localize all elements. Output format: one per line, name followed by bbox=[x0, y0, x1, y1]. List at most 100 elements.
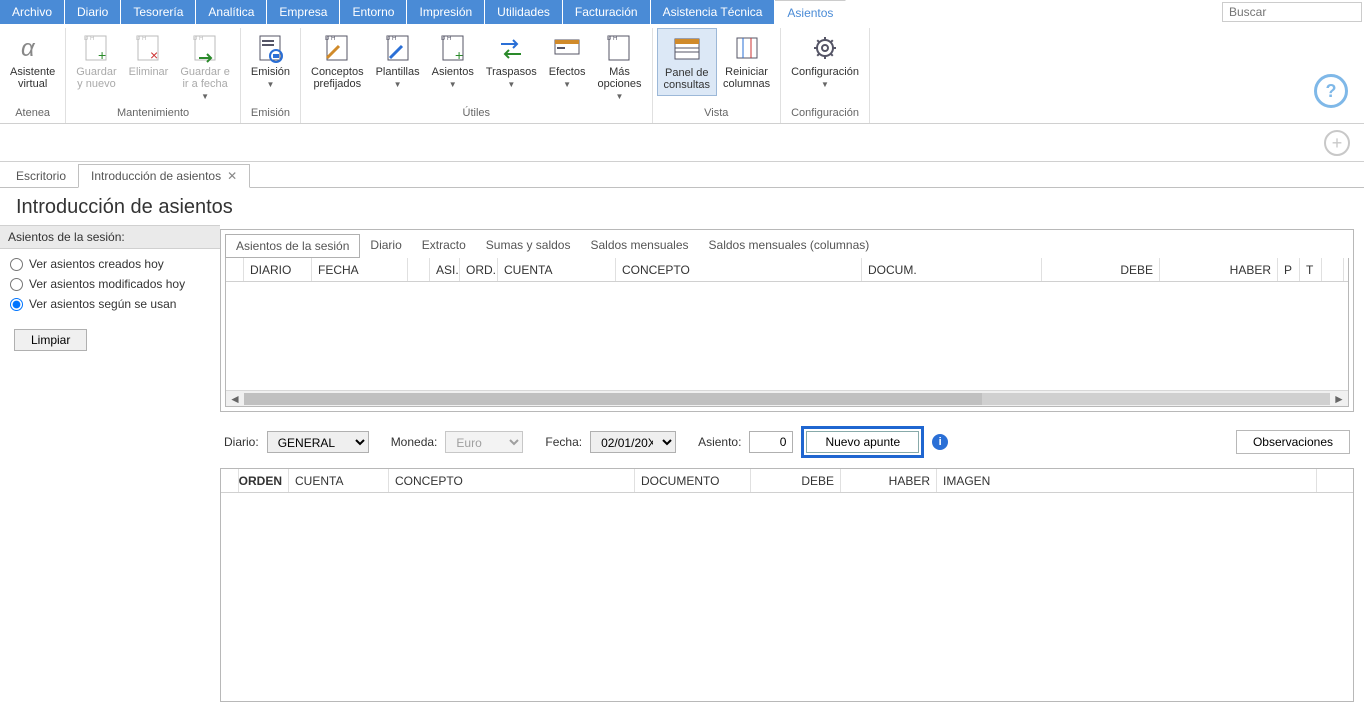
chevron-down-icon: ▼ bbox=[394, 80, 402, 89]
nuevo-apunte-button[interactable]: Nuevo apunte bbox=[806, 431, 919, 453]
moneda-select[interactable]: Euro bbox=[445, 431, 523, 453]
session-radio-1[interactable]: Ver asientos modificados hoy bbox=[10, 277, 210, 291]
session-col-blank[interactable] bbox=[1322, 258, 1344, 281]
ribbon-button-label: Guardary nuevo bbox=[76, 66, 116, 90]
horizontal-scrollbar[interactable]: ◄ ► bbox=[226, 390, 1348, 406]
ribbon-guardareirafecha-button: D HGuardar eir a fecha▼ bbox=[174, 28, 236, 105]
more-icon: D H bbox=[603, 32, 635, 64]
scroll-thumb[interactable] bbox=[244, 393, 1330, 405]
effects-icon bbox=[551, 32, 583, 64]
sub-tab-extracto[interactable]: Extracto bbox=[412, 234, 476, 258]
session-col-concepto[interactable]: CONCEPTO bbox=[616, 258, 862, 281]
entry-col-debe[interactable]: DEBE bbox=[751, 469, 841, 492]
workspace-tab-introduccindeasientos[interactable]: Introducción de asientos✕ bbox=[78, 164, 250, 188]
session-table-body bbox=[226, 282, 1348, 390]
session-header: Asientos de la sesión: bbox=[0, 225, 220, 249]
ribbon-asientos-button[interactable]: D H+Asientos▼ bbox=[426, 28, 480, 93]
session-radio-input-0[interactable] bbox=[10, 258, 23, 271]
sub-tab-sumasysaldos[interactable]: Sumas y saldos bbox=[476, 234, 581, 258]
menu-archivo[interactable]: Archivo bbox=[0, 0, 65, 24]
chevron-down-icon: ▼ bbox=[449, 80, 457, 89]
ribbon-plantillas-button[interactable]: D HPlantillas▼ bbox=[370, 28, 426, 93]
doc-arrow-icon: D H bbox=[189, 32, 221, 64]
asiento-input[interactable] bbox=[749, 431, 793, 453]
menu-diario[interactable]: Diario bbox=[65, 0, 121, 24]
sub-tab-asientosdelasesin[interactable]: Asientos de la sesión bbox=[225, 234, 360, 258]
nuevo-apunte-highlight: Nuevo apunte bbox=[801, 426, 924, 458]
workspace-tabs: EscritorioIntroducción de asientos✕ bbox=[0, 162, 1364, 188]
scroll-left-icon[interactable]: ◄ bbox=[228, 392, 242, 406]
entry-col-concepto[interactable]: CONCEPTO bbox=[389, 469, 635, 492]
entry-col-haber[interactable]: HABER bbox=[841, 469, 937, 492]
main-panel: Asientos de la sesiónDiarioExtractoSumas… bbox=[220, 225, 1364, 702]
ribbon-button-label: Configuración bbox=[791, 66, 859, 78]
fecha-label: Fecha: bbox=[545, 435, 582, 449]
ribbon-button-label: Emisión bbox=[251, 66, 290, 78]
session-col-docum[interactable]: DOCUM. bbox=[862, 258, 1042, 281]
chevron-down-icon: ▼ bbox=[201, 92, 209, 101]
info-icon[interactable]: i bbox=[932, 434, 948, 450]
ribbon-msopciones-button[interactable]: D HMásopciones▼ bbox=[591, 28, 647, 105]
entry-table-body bbox=[221, 493, 1353, 701]
sub-tab-diario[interactable]: Diario bbox=[360, 234, 411, 258]
entry-col-blank[interactable] bbox=[221, 469, 239, 492]
entry-col-cuenta[interactable]: CUENTA bbox=[289, 469, 389, 492]
menu-tesorera[interactable]: Tesorería bbox=[121, 0, 196, 24]
fecha-select[interactable]: 02/01/20XX bbox=[590, 431, 676, 453]
entry-col-orden[interactable]: ORDEN bbox=[239, 469, 289, 492]
ribbon-emisin-button[interactable]: Emisión▼ bbox=[245, 28, 296, 93]
session-radio-input-2[interactable] bbox=[10, 298, 23, 311]
svg-text:D H: D H bbox=[84, 36, 94, 42]
entry-col-imagen[interactable]: IMAGEN bbox=[937, 469, 1317, 492]
entry-col-documento[interactable]: DOCUMENTO bbox=[635, 469, 751, 492]
session-col-ord[interactable]: ORD. bbox=[460, 258, 498, 281]
ribbon-traspasos-button[interactable]: Traspasos▼ bbox=[480, 28, 543, 93]
session-col-fecha[interactable]: FECHA bbox=[312, 258, 408, 281]
menu-analtica[interactable]: Analítica bbox=[196, 0, 267, 24]
svg-text:D H: D H bbox=[193, 36, 203, 42]
sub-tab-saldosmensuales[interactable]: Saldos mensuales bbox=[580, 234, 698, 258]
ribbon-button-label: Panel deconsultas bbox=[664, 67, 710, 91]
ribbon-reiniciarcolumnas-button[interactable]: Reiniciarcolumnas bbox=[717, 28, 776, 94]
sub-tab-saldosmensualescolumnas[interactable]: Saldos mensuales (columnas) bbox=[699, 234, 880, 258]
help-icon[interactable]: ? bbox=[1314, 74, 1348, 108]
asiento-label: Asiento: bbox=[698, 435, 741, 449]
close-icon[interactable]: ✕ bbox=[227, 169, 237, 183]
menu-utilidades[interactable]: Utilidades bbox=[485, 0, 563, 24]
menu-empresa[interactable]: Empresa bbox=[267, 0, 340, 24]
session-col-asi[interactable]: ASI. bbox=[430, 258, 460, 281]
ribbon-asistentevirtual-button[interactable]: αAsistentevirtual bbox=[4, 28, 61, 94]
menu-entorno[interactable]: Entorno bbox=[340, 0, 407, 24]
transfers-icon bbox=[495, 32, 527, 64]
add-icon[interactable]: + bbox=[1324, 130, 1350, 156]
menu-facturacin[interactable]: Facturación bbox=[563, 0, 651, 24]
scroll-right-icon[interactable]: ► bbox=[1332, 392, 1346, 406]
session-radio-input-1[interactable] bbox=[10, 278, 23, 291]
ribbon-conceptosprefijados-button[interactable]: D HConceptosprefijados bbox=[305, 28, 370, 94]
menu-asientos[interactable]: Asientos bbox=[775, 0, 846, 24]
observaciones-button[interactable]: Observaciones bbox=[1236, 430, 1350, 454]
session-col-blank[interactable] bbox=[226, 258, 244, 281]
ribbon-efectos-button[interactable]: Efectos▼ bbox=[543, 28, 592, 93]
session-col-t[interactable]: T bbox=[1300, 258, 1322, 281]
ribbon-group-emisin: Emisión▼Emisión bbox=[241, 28, 301, 123]
session-radio-2[interactable]: Ver asientos según se usan bbox=[10, 297, 210, 311]
session-col-blank[interactable] bbox=[408, 258, 430, 281]
ribbon-paneldeconsultas-button[interactable]: Panel deconsultas bbox=[657, 28, 717, 96]
search-input[interactable] bbox=[1222, 2, 1362, 22]
session-col-p[interactable]: P bbox=[1278, 258, 1300, 281]
session-col-debe[interactable]: DEBE bbox=[1042, 258, 1160, 281]
clear-button[interactable]: Limpiar bbox=[14, 329, 87, 351]
svg-text:D H: D H bbox=[386, 36, 396, 42]
workspace-tab-escritorio[interactable]: Escritorio bbox=[4, 165, 78, 187]
session-col-cuenta[interactable]: CUENTA bbox=[498, 258, 616, 281]
session-radio-0[interactable]: Ver asientos creados hoy bbox=[10, 257, 210, 271]
ribbon-group-label: Vista bbox=[657, 105, 777, 123]
ribbon-configuracin-button[interactable]: Configuración▼ bbox=[785, 28, 865, 93]
svg-text:D H: D H bbox=[607, 36, 617, 42]
session-col-haber[interactable]: HABER bbox=[1160, 258, 1278, 281]
diario-select[interactable]: GENERAL bbox=[267, 431, 369, 453]
menu-impresin[interactable]: Impresión bbox=[407, 0, 485, 24]
session-col-diario[interactable]: DIARIO bbox=[244, 258, 312, 281]
menu-asistenciatcnica[interactable]: Asistencia Técnica bbox=[651, 0, 776, 24]
